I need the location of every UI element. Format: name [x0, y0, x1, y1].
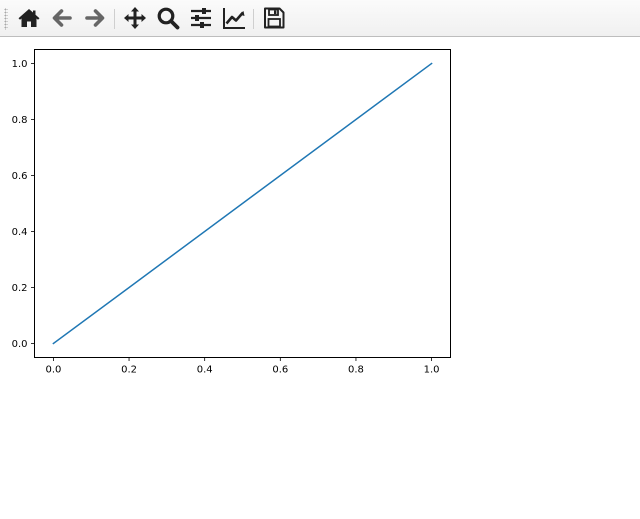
y-tick-label: 0.8: [12, 115, 28, 126]
home-icon: [18, 9, 40, 27]
save-button[interactable]: [259, 3, 289, 33]
y-tick-label: 0.0: [12, 339, 28, 350]
x-tick-label: 0.0: [45, 365, 61, 376]
arrow-left-icon: [52, 9, 72, 27]
forward-button[interactable]: [80, 3, 110, 33]
x-tick-label: 0.2: [121, 365, 137, 376]
toolbar-separator: [253, 9, 254, 29]
home-button[interactable]: [14, 3, 44, 33]
search-icon: [157, 7, 180, 30]
floppy-disk-icon: [264, 7, 285, 29]
y-tick-label: 0.6: [12, 171, 28, 182]
pan-button[interactable]: [120, 3, 150, 33]
move-icon: [124, 7, 146, 29]
configure-subplots-button[interactable]: [186, 3, 216, 33]
line-chart-icon: [223, 8, 245, 29]
toolbar-separator: [114, 9, 115, 29]
y-tick-label: 0.2: [12, 283, 28, 294]
x-tick-label: 1.0: [424, 365, 440, 376]
navigation-toolbar: [0, 0, 640, 37]
line-chart: 0.0 0.2 0.4 0.6 0.8 1.0 0.0 0.2 0.4 0.6 0.8 1.0: [12, 49, 451, 376]
zoom-button[interactable]: [153, 3, 183, 33]
arrow-right-icon: [85, 9, 105, 27]
sliders-icon: [191, 8, 211, 28]
x-tick-label: 0.4: [197, 365, 213, 376]
edit-axis-button[interactable]: [219, 3, 249, 33]
x-tick-label: 0.8: [348, 365, 364, 376]
y-tick-label: 0.4: [12, 227, 28, 238]
y-tick-label: 1.0: [12, 59, 28, 70]
toolbar-grip-handle[interactable]: [4, 8, 8, 30]
x-tick-label: 0.6: [272, 365, 288, 376]
back-button[interactable]: [47, 3, 77, 33]
figure-canvas[interactable]: 0.0 0.2 0.4 0.6 0.8 1.0 0.0 0.2 0.4 0.6 0.8 1.0: [0, 38, 640, 519]
